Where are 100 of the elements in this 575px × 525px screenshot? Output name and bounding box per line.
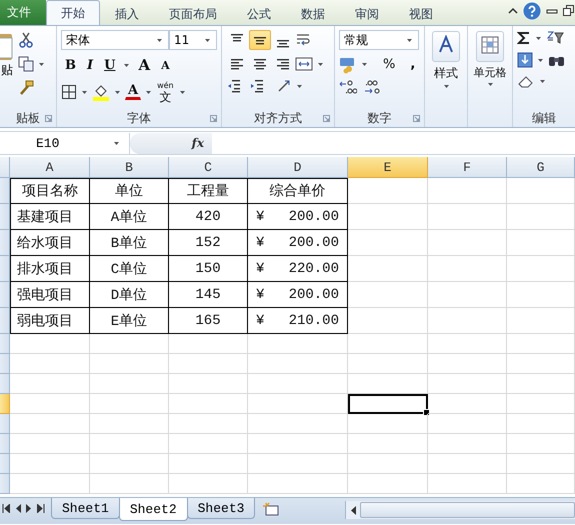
help-icon[interactable]: [523, 2, 541, 20]
grid-cell[interactable]: [507, 204, 575, 230]
sum-icon[interactable]: [517, 31, 531, 45]
grid-cell[interactable]: [348, 282, 428, 308]
merge-cells-icon[interactable]: [295, 56, 313, 72]
format-painter-icon[interactable]: [18, 80, 34, 96]
ribbon-tab[interactable]: 审阅: [340, 2, 394, 25]
grid-cell[interactable]: [428, 354, 507, 374]
grid-cell[interactable]: [428, 474, 507, 494]
select-all-corner[interactable]: [0, 157, 10, 178]
grid-cell[interactable]: [10, 474, 90, 494]
row-header[interactable]: [0, 282, 10, 308]
phonetic-button[interactable]: wén 文: [156, 80, 175, 104]
grid-cell[interactable]: [10, 434, 90, 454]
grid-cell[interactable]: [428, 204, 507, 230]
increase-indent-icon[interactable]: [249, 78, 265, 94]
ribbon-tab[interactable]: 开始: [46, 0, 100, 25]
grid-cell[interactable]: [428, 178, 507, 204]
row-header[interactable]: [0, 178, 10, 204]
scroll-thumb[interactable]: [360, 502, 575, 518]
column-header[interactable]: A: [10, 157, 90, 178]
grid-cell[interactable]: [10, 414, 90, 434]
last-sheet-icon[interactable]: [37, 504, 45, 513]
grid-cell[interactable]: [348, 414, 428, 434]
grid-cell[interactable]: [348, 434, 428, 454]
grid-cell[interactable]: [10, 454, 90, 474]
active-cell[interactable]: [348, 394, 428, 414]
dialog-launcher-icon[interactable]: [45, 115, 52, 122]
cells-button[interactable]: 单元格: [472, 30, 508, 87]
first-sheet-icon[interactable]: [2, 504, 10, 513]
shrink-font-button[interactable]: A: [157, 58, 174, 72]
scissors-icon[interactable]: [18, 32, 34, 48]
grid-cell[interactable]: [10, 334, 90, 354]
grid-cell[interactable]: [90, 474, 169, 494]
column-header[interactable]: D: [248, 157, 348, 178]
ribbon-tab[interactable]: 插入: [100, 2, 154, 25]
column-header[interactable]: C: [169, 157, 248, 178]
grid-cell[interactable]: [507, 230, 575, 256]
ribbon-tab[interactable]: 公式: [232, 2, 286, 25]
grid-cell[interactable]: [248, 374, 348, 394]
dialog-launcher-icon[interactable]: [210, 115, 217, 122]
grid-cell[interactable]: [248, 434, 348, 454]
cells-icon[interactable]: [480, 35, 500, 55]
row-header[interactable]: [0, 434, 10, 454]
grid-cell[interactable]: [90, 454, 169, 474]
percent-button[interactable]: %: [380, 55, 398, 74]
comma-button[interactable]: ,: [407, 55, 418, 74]
currency-icon[interactable]: [339, 56, 357, 74]
row-header[interactable]: [0, 414, 10, 434]
grid-cell[interactable]: [248, 454, 348, 474]
row-header[interactable]: [0, 394, 10, 414]
restore-icon[interactable]: [563, 5, 575, 17]
borders-icon[interactable]: [61, 84, 77, 100]
bold-button[interactable]: B: [61, 56, 80, 74]
increase-decimal-icon[interactable]: [339, 79, 357, 95]
grid-cell[interactable]: [10, 394, 90, 414]
styles-button[interactable]: 样式: [431, 30, 461, 89]
grid-cell[interactable]: [507, 178, 575, 204]
grid-cell[interactable]: [428, 434, 507, 454]
grid-cell[interactable]: [507, 454, 575, 474]
row-header[interactable]: [0, 354, 10, 374]
grid-cell[interactable]: [248, 414, 348, 434]
align-middle-button[interactable]: [249, 30, 271, 50]
grid-cell[interactable]: [169, 474, 248, 494]
underline-button[interactable]: U: [100, 56, 120, 74]
dialog-launcher-icon[interactable]: [413, 115, 420, 122]
grid-cell[interactable]: [169, 374, 248, 394]
grid-cell[interactable]: [90, 434, 169, 454]
dialog-launcher-icon[interactable]: [323, 115, 330, 122]
grid-cell[interactable]: [428, 394, 507, 414]
grid-cell[interactable]: [507, 434, 575, 454]
grid-cell[interactable]: [248, 474, 348, 494]
decrease-decimal-icon[interactable]: [363, 79, 381, 95]
grid-cell[interactable]: [428, 374, 507, 394]
grid-cell[interactable]: [507, 334, 575, 354]
grid-cell[interactable]: [169, 354, 248, 374]
grid-cell[interactable]: [428, 308, 507, 334]
orientation-icon[interactable]: [276, 78, 292, 94]
font-name-field[interactable]: 宋体: [61, 30, 169, 50]
grid-cell[interactable]: [10, 374, 90, 394]
grid-cell[interactable]: [507, 354, 575, 374]
grid-cell[interactable]: [348, 204, 428, 230]
grid-cell[interactable]: [169, 414, 248, 434]
ribbon-tab[interactable]: 页面布局: [154, 2, 232, 25]
next-sheet-icon[interactable]: [26, 504, 32, 513]
grid-cell[interactable]: [348, 454, 428, 474]
grid-cell[interactable]: [169, 334, 248, 354]
row-header[interactable]: [0, 308, 10, 334]
grid-cell[interactable]: [348, 474, 428, 494]
sheet-tab[interactable]: Sheet2: [118, 498, 188, 521]
row-header[interactable]: [0, 334, 10, 354]
grid-cell[interactable]: [507, 414, 575, 434]
grow-font-button[interactable]: A: [134, 55, 154, 75]
grid-cell[interactable]: [428, 414, 507, 434]
row-header[interactable]: [0, 256, 10, 282]
grid-cell[interactable]: [507, 394, 575, 414]
grid-cell[interactable]: [90, 334, 169, 354]
ribbon-tab[interactable]: 文件: [0, 0, 46, 25]
grid-cell[interactable]: [428, 454, 507, 474]
grid-cell[interactable]: [348, 374, 428, 394]
